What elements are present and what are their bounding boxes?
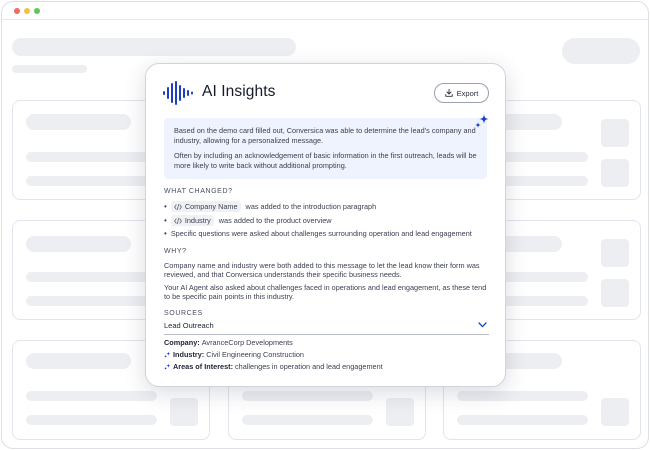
skeleton-thumbnail: [601, 398, 629, 426]
sparkle-icon: [475, 114, 489, 128]
variable-chip: Company Name: [170, 201, 241, 212]
bullet: •: [164, 202, 167, 211]
close-window-dot[interactable]: [14, 8, 20, 14]
change-item: • Industry was added to the product over…: [164, 215, 332, 226]
skeleton-subheader-bar: [12, 65, 87, 73]
source-value: Civil Engineering Construction: [206, 350, 304, 359]
source-item: Areas of Interest: challenges in operati…: [164, 362, 383, 371]
source-item: Company: AvranceCorp Developments: [164, 338, 293, 347]
chip-label: Company Name: [184, 202, 238, 211]
why-paragraph: Your AI Agent also asked about challenge…: [164, 283, 487, 302]
skeleton-thumbnail: [170, 398, 198, 426]
skeleton-title: [26, 114, 131, 130]
what-changed-heading: WHAT CHANGED?: [164, 188, 233, 195]
code-icon: [173, 217, 182, 224]
skeleton-thumbnail: [601, 159, 629, 187]
skeleton-line: [457, 415, 588, 425]
source-value: AvranceCorp Developments: [201, 338, 293, 347]
skeleton-line: [26, 272, 157, 282]
skeleton-thumbnail: [601, 239, 629, 267]
why-paragraph: Company name and industry were both adde…: [164, 261, 480, 280]
chip-label: Industry: [184, 216, 211, 225]
voice-waveform-icon: [163, 81, 193, 105]
maximize-window-dot[interactable]: [34, 8, 40, 14]
change-item: • Specific questions were asked about ch…: [164, 229, 472, 238]
window-titlebar: [2, 2, 648, 20]
ai-insights-panel: AI Insights Export Based on the demo car…: [145, 63, 506, 387]
change-text: was added to the product overview: [218, 216, 332, 225]
summary-paragraph: Often by including an acknowledgement of…: [174, 151, 477, 170]
skeleton-line: [26, 296, 157, 306]
skeleton-title: [26, 236, 131, 252]
skeleton-line: [26, 152, 157, 162]
sources-dropdown-value: Lead Outreach: [164, 321, 214, 330]
skeleton-thumbnail: [386, 398, 414, 426]
skeleton-line: [26, 391, 157, 401]
source-value: challenges in operation and lead engagem…: [235, 362, 383, 371]
sparkle-icon: [164, 351, 171, 358]
skeleton-line: [457, 391, 588, 401]
change-item: • Company Name was added to the introduc…: [164, 201, 376, 212]
bullet: •: [164, 216, 167, 225]
sources-heading: SOURCES: [164, 310, 203, 317]
skeleton-title: [26, 353, 131, 369]
download-icon: [445, 89, 453, 97]
skeleton-header-bar: [12, 38, 296, 56]
export-label: Export: [456, 88, 479, 98]
variable-chip: Industry: [170, 215, 214, 226]
change-text: Specific questions were asked about chal…: [170, 229, 472, 238]
summary-paragraph: Based on the demo card filled out, Conve…: [174, 126, 476, 145]
chevron-down-icon: [478, 322, 487, 328]
skeleton-header-button: [562, 38, 640, 64]
skeleton-line: [242, 391, 373, 401]
source-item: Industry: Civil Engineering Construction: [164, 350, 304, 359]
skeleton-line: [26, 176, 157, 186]
bullet: •: [164, 229, 167, 238]
export-button[interactable]: Export: [434, 83, 489, 103]
code-icon: [173, 203, 182, 210]
skeleton-thumbnail: [601, 119, 629, 147]
skeleton-line: [26, 415, 157, 425]
source-label: Company:: [164, 338, 200, 347]
insight-summary-box: Based on the demo card filled out, Conve…: [164, 118, 487, 179]
change-text: was added to the introduction paragraph: [245, 202, 377, 211]
source-label: Areas of Interest:: [173, 362, 234, 371]
skeleton-thumbnail: [601, 279, 629, 307]
why-heading: WHY?: [164, 248, 187, 255]
panel-title: AI Insights: [202, 83, 276, 100]
sparkle-icon: [164, 363, 171, 370]
source-label: Industry:: [173, 350, 205, 359]
sources-dropdown[interactable]: Lead Outreach: [164, 321, 489, 335]
skeleton-line: [242, 415, 373, 425]
minimize-window-dot[interactable]: [24, 8, 30, 14]
